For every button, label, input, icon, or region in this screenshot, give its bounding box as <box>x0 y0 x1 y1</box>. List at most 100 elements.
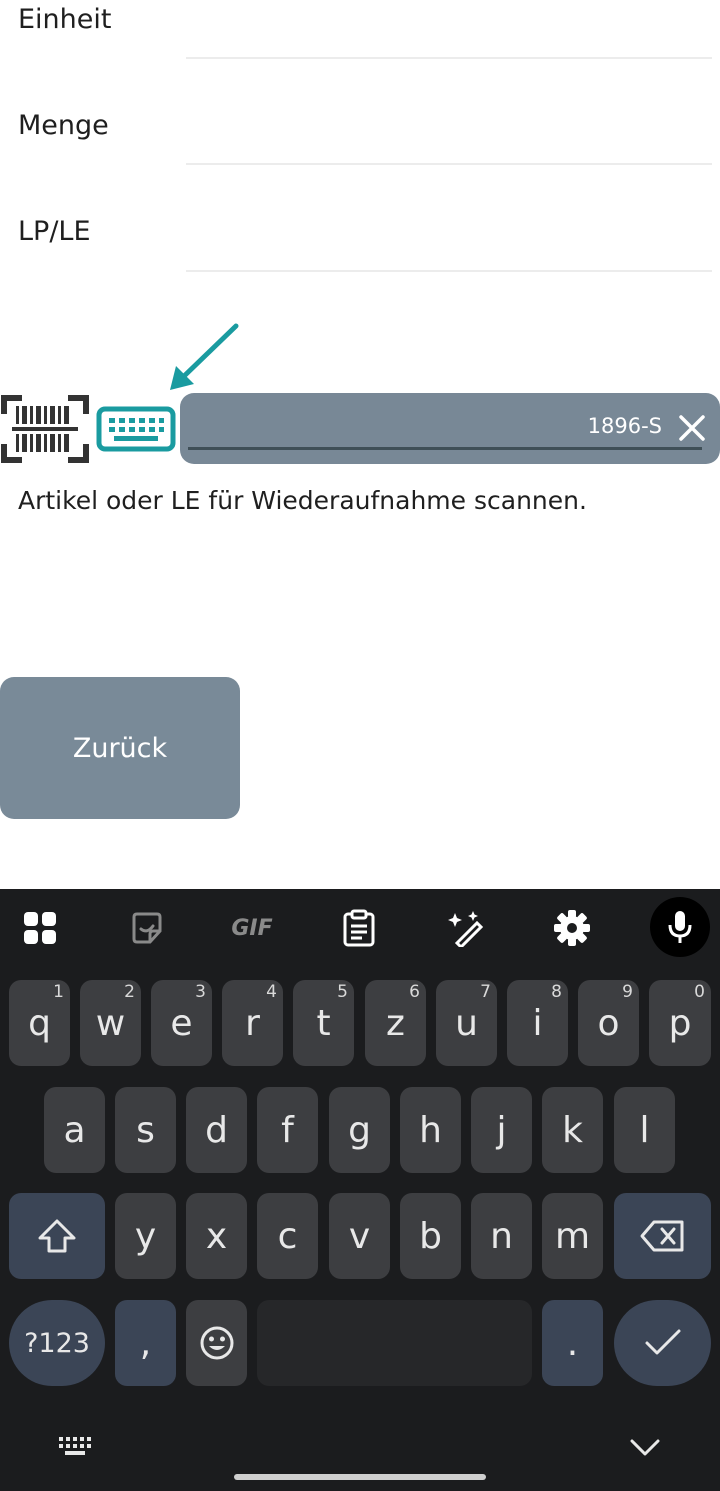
key-r-number: 4 <box>266 982 277 1002</box>
key-o[interactable]: o9 <box>578 980 639 1066</box>
spacebar[interactable] <box>257 1300 532 1386</box>
enter-key[interactable] <box>614 1300 711 1386</box>
emoji-icon <box>200 1326 233 1360</box>
key-t[interactable]: t5 <box>293 980 354 1066</box>
clear-input-icon[interactable] <box>678 414 706 442</box>
key-y[interactable]: y <box>115 1193 176 1279</box>
key-a-label: a <box>63 1109 86 1151</box>
key-q[interactable]: q1 <box>9 980 70 1066</box>
key-n-label: n <box>490 1215 513 1257</box>
key-v[interactable]: v <box>329 1193 390 1279</box>
key-i[interactable]: i8 <box>507 980 568 1066</box>
clipboard-icon[interactable] <box>331 903 387 953</box>
scan-input-container <box>180 393 720 464</box>
gesture-nav-handle[interactable] <box>234 1474 486 1480</box>
key-z[interactable]: z6 <box>365 980 426 1066</box>
shift-key[interactable] <box>9 1193 105 1279</box>
key-i-number: 8 <box>551 982 562 1002</box>
checkmark-icon <box>645 1329 680 1355</box>
key-k-label: k <box>562 1109 583 1151</box>
key-n[interactable]: n <box>471 1193 532 1279</box>
field-lp-le: LP/LE <box>0 212 720 318</box>
mic-icon[interactable] <box>650 897 710 957</box>
key-p-label: p <box>668 1002 692 1044</box>
apps-icon[interactable] <box>12 903 68 953</box>
on-screen-keyboard: GIF q1 w 2 e 3 r 4 t 5 z 6 u 7 i 8 o 9 p… <box>0 889 720 1491</box>
emoji-key[interactable] <box>186 1300 247 1386</box>
field-label-menge: Menge <box>18 110 109 141</box>
key-h-label: h <box>419 1109 442 1151</box>
key-l[interactable]: l <box>614 1087 675 1173</box>
key-c-label: c <box>277 1215 298 1257</box>
key-f-label: f <box>281 1109 294 1151</box>
keyboard-toggle-icon[interactable] <box>96 406 176 452</box>
key-g[interactable]: g <box>329 1087 390 1173</box>
key-u-label: u <box>455 1002 478 1044</box>
key-t-number: 5 <box>337 982 348 1002</box>
key-r-label: r <box>245 1002 260 1044</box>
key-e[interactable]: e3 <box>151 980 212 1066</box>
key-p[interactable]: p0 <box>649 980 711 1066</box>
key-b-label: b <box>419 1215 442 1257</box>
comma-label: , <box>139 1322 152 1364</box>
key-z-number: 6 <box>409 982 420 1002</box>
field-input-menge[interactable] <box>186 163 712 165</box>
key-s[interactable]: s <box>115 1087 176 1173</box>
scan-instruction-text: Artikel oder LE für Wiederaufnahme scann… <box>18 486 587 515</box>
key-x-label: x <box>205 1215 228 1257</box>
comma-key[interactable]: , <box>115 1300 176 1386</box>
hide-keyboard-icon[interactable] <box>628 1433 662 1461</box>
keyboard-bottom-bar <box>0 1419 720 1491</box>
key-m-label: m <box>554 1215 591 1257</box>
key-m[interactable]: m <box>542 1193 603 1279</box>
barcode-scan-icon[interactable] <box>0 394 90 464</box>
period-key[interactable]: . <box>542 1300 603 1386</box>
key-k[interactable]: k <box>542 1087 603 1173</box>
key-f[interactable]: f <box>257 1087 318 1173</box>
settings-icon[interactable] <box>544 903 600 953</box>
key-l-label: l <box>639 1109 650 1151</box>
key-e-number: 3 <box>195 982 206 1002</box>
field-input-lp-le[interactable] <box>186 270 712 272</box>
key-w[interactable]: w2 <box>80 980 141 1066</box>
key-q-number: 1 <box>53 982 64 1002</box>
key-j[interactable]: j <box>471 1087 532 1173</box>
keyboard-switch-icon[interactable] <box>54 1435 98 1461</box>
key-g-label: g <box>348 1109 371 1151</box>
key-p-number: 0 <box>694 982 705 1002</box>
key-y-label: y <box>134 1215 157 1257</box>
key-i-label: i <box>532 1002 543 1044</box>
key-t-label: t <box>316 1002 331 1044</box>
field-menge: Menge <box>0 106 720 212</box>
key-o-number: 9 <box>622 982 633 1002</box>
key-d[interactable]: d <box>186 1087 247 1173</box>
key-b[interactable]: b <box>400 1193 461 1279</box>
backspace-icon <box>640 1220 683 1252</box>
scan-input[interactable] <box>188 393 702 450</box>
key-s-label: s <box>136 1109 155 1151</box>
key-u[interactable]: u7 <box>436 980 497 1066</box>
back-button[interactable]: Zurück <box>0 677 240 819</box>
backspace-key[interactable] <box>614 1193 711 1279</box>
gif-icon[interactable]: GIF <box>224 903 280 953</box>
key-a[interactable]: a <box>44 1087 105 1173</box>
key-e-label: e <box>170 1002 193 1044</box>
key-x[interactable]: x <box>186 1193 247 1279</box>
key-u-number: 7 <box>480 982 491 1002</box>
key-h[interactable]: h <box>400 1087 461 1173</box>
shift-icon <box>38 1219 76 1253</box>
key-v-label: v <box>348 1215 371 1257</box>
field-label-einheit: Einheit <box>18 4 112 35</box>
period-label: . <box>566 1322 579 1364</box>
symbols-label: ?123 <box>24 1327 90 1359</box>
key-r[interactable]: r4 <box>222 980 283 1066</box>
field-input-einheit[interactable] <box>186 57 712 59</box>
key-c[interactable]: c <box>257 1193 318 1279</box>
field-label-lp-le: LP/LE <box>18 216 91 247</box>
sticker-icon[interactable] <box>119 903 175 953</box>
field-einheit: Einheit <box>0 0 720 106</box>
key-j-label: j <box>496 1109 507 1151</box>
symbols-key[interactable]: ?123 <box>9 1300 105 1386</box>
magic-edit-icon[interactable] <box>438 903 494 953</box>
key-z-label: z <box>386 1002 405 1044</box>
